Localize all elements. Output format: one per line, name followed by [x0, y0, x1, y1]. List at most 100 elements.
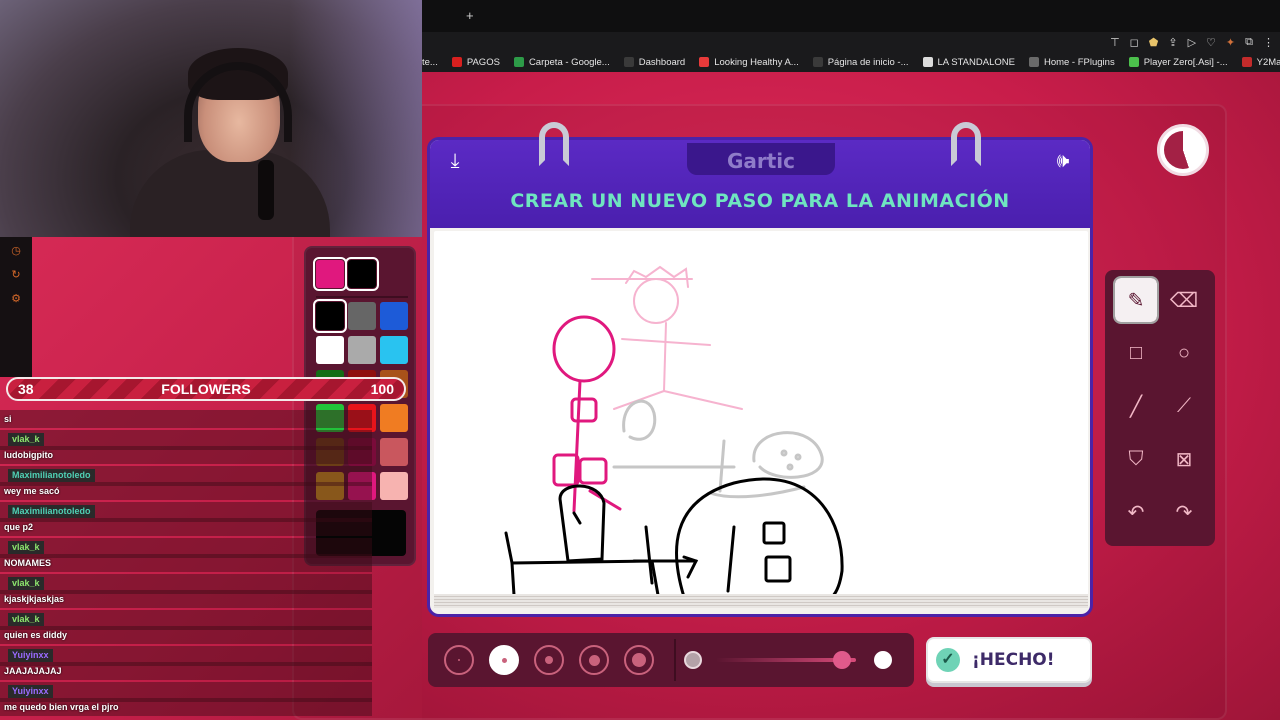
chat-username[interactable]: vlak_k [8, 613, 44, 626]
chat-username[interactable]: vlak_k [8, 541, 44, 554]
brush-panel [428, 633, 914, 687]
tool-pencil-button[interactable]: ✎ [1113, 276, 1159, 324]
palette-color-swatch[interactable] [380, 404, 408, 432]
palette-color-swatch[interactable] [348, 302, 376, 330]
followers-label: FOLLOWERS [161, 381, 251, 397]
download-icon[interactable]: ⤓ [442, 148, 468, 174]
followers-goal-bar: 38 FOLLOWERS 100 [6, 377, 406, 401]
heart-icon[interactable]: ♡ [1206, 36, 1216, 49]
chat-message: quien es diddy [4, 630, 68, 640]
chat-username[interactable]: Yuiyinxx [8, 685, 53, 698]
secondary-color-swatch[interactable] [345, 257, 379, 291]
bookmark-label: Player Zero[.Asi] -... [1143, 56, 1228, 68]
black-figure [504, 477, 844, 597]
tool-redo-button[interactable]: ↷ [1163, 490, 1205, 534]
extensions-puzzle-icon[interactable]: ⧉ [1245, 36, 1253, 49]
tool-rectangle-button[interactable]: □ [1115, 331, 1157, 375]
browser-toolbar: ⊤ ◻ ⬟ ⇪ ▷ ♡ ✦ ⧉ ⋮ [422, 32, 1280, 52]
bookmark-item[interactable]: Carpeta - Google... [513, 57, 610, 68]
chat-message: JAAJAJAJAJ [4, 666, 62, 676]
brush-size-button[interactable] [579, 645, 609, 675]
bookmark-item[interactable]: Página de inicio -... [812, 56, 909, 68]
fill-icon: ⛉ [1128, 447, 1144, 470]
bookmark-item[interactable]: Looking Healthy A... [699, 57, 799, 68]
new-tab-button[interactable]: + [466, 8, 474, 23]
undo-icon: ↶ [1127, 501, 1145, 524]
check-icon: ✓ [936, 648, 960, 672]
chat-username[interactable]: Maximilianotoledo [8, 505, 95, 518]
extension-icon[interactable]: ✦ [1226, 36, 1235, 49]
ellipse-icon: ○ [1177, 341, 1191, 364]
palette-color-swatch[interactable] [348, 336, 376, 364]
tool-eyedropper-button[interactable]: ⟋ [1163, 384, 1205, 428]
timer-fill [1164, 131, 1202, 169]
bookmark-item[interactable]: Player Zero[.Asi] -... [1128, 56, 1228, 68]
opacity-min-icon [684, 651, 702, 669]
palette-color-swatch[interactable] [380, 336, 408, 364]
drawing-canvas[interactable] [434, 231, 1088, 597]
chat-message: ludobigpito [4, 450, 53, 460]
bookmark-item[interactable]: Y2Mate - Free Y [1241, 57, 1280, 68]
opacity-slider-thumb[interactable] [833, 651, 851, 669]
palette-color-swatch[interactable] [316, 336, 344, 364]
screenshot-icon[interactable]: ◻ [1130, 36, 1139, 49]
volume-icon[interactable]: 🕪 [1050, 148, 1076, 174]
tool-fill-button[interactable]: ⛉ [1115, 437, 1157, 481]
chat-message: que p2 [4, 522, 34, 532]
webcam-feed [0, 0, 422, 237]
palette-color-swatch[interactable] [380, 302, 408, 330]
brush-size-button[interactable] [489, 645, 519, 675]
tool-line-button[interactable]: ╱ [1115, 384, 1157, 428]
eraser-icon: ⌫ [1169, 289, 1199, 312]
brush-size-button[interactable] [444, 645, 474, 675]
brush-size-dot-icon [545, 656, 553, 664]
bookmark-item[interactable]: Dashboard [623, 56, 686, 68]
brush-size-button[interactable] [624, 645, 654, 675]
clock-icon[interactable]: ◷ [10, 245, 22, 257]
pin-icon[interactable]: ⊤ [1110, 36, 1120, 49]
palette-color-swatch[interactable] [380, 438, 408, 466]
share-icon[interactable]: ⇪ [1168, 36, 1177, 49]
palette-color-swatch[interactable] [313, 299, 347, 333]
pink-figure [552, 315, 622, 513]
bookmark-item[interactable]: LA STANDALONE [922, 56, 1015, 68]
palette-color-swatch[interactable] [380, 472, 408, 500]
tool-ellipse-button[interactable]: ○ [1163, 331, 1205, 375]
chat-row-message [0, 554, 372, 572]
chat-username[interactable]: Yuiyinxx [8, 649, 53, 662]
menu-icon[interactable]: ⋮ [1263, 36, 1274, 49]
bookmark-favicon-icon [922, 57, 933, 67]
chat-username[interactable]: vlak_k [8, 577, 44, 590]
chat-message: NOMAMES [4, 558, 51, 568]
clear-icon: ⊠ [1175, 448, 1193, 471]
tool-eraser-button[interactable]: ⌫ [1163, 278, 1205, 322]
tool-undo-button[interactable]: ↶ [1115, 490, 1157, 534]
sketch-drawing [504, 265, 844, 597]
bookmark-label: Dashboard [638, 56, 686, 68]
chat-username[interactable]: Maximilianotoledo [8, 469, 95, 482]
play-icon[interactable]: ▷ [1188, 36, 1196, 49]
bookmark-favicon-icon [812, 57, 823, 67]
gartic-logo: Gartic [726, 149, 796, 173]
shield-icon[interactable]: ⬟ [1149, 36, 1159, 49]
gear-icon[interactable]: ⚙ [10, 293, 22, 305]
bookmark-favicon-icon [1028, 57, 1039, 67]
bookmark-item[interactable]: Home - FPlugins [1028, 56, 1115, 68]
bookmark-item[interactable]: PAGOS [451, 57, 500, 68]
tool-clear-button[interactable]: ⊠ [1163, 437, 1205, 481]
bookmark-label: LA STANDALONE [937, 56, 1015, 68]
bookmark-fragment[interactable]: te... [422, 57, 438, 68]
primary-color-swatch[interactable] [313, 257, 347, 291]
brush-size-dot-icon [632, 653, 646, 667]
timer [1157, 124, 1209, 176]
opacity-max-icon [874, 651, 892, 669]
bookmark-label: Home - FPlugins [1043, 56, 1115, 68]
done-button[interactable]: ✓ ¡HECHO! [926, 637, 1092, 683]
stream-side-strip: ◷ ↻ ⚙ [0, 237, 32, 377]
chat-message: wey me sacó [4, 486, 60, 496]
sync-icon[interactable]: ↻ [10, 269, 22, 281]
brush-size-button[interactable] [534, 645, 564, 675]
bookmark-label: Página de inicio -... [827, 56, 909, 68]
chat-username[interactable]: vlak_k [8, 433, 44, 446]
line-icon: ╱ [1129, 395, 1143, 418]
